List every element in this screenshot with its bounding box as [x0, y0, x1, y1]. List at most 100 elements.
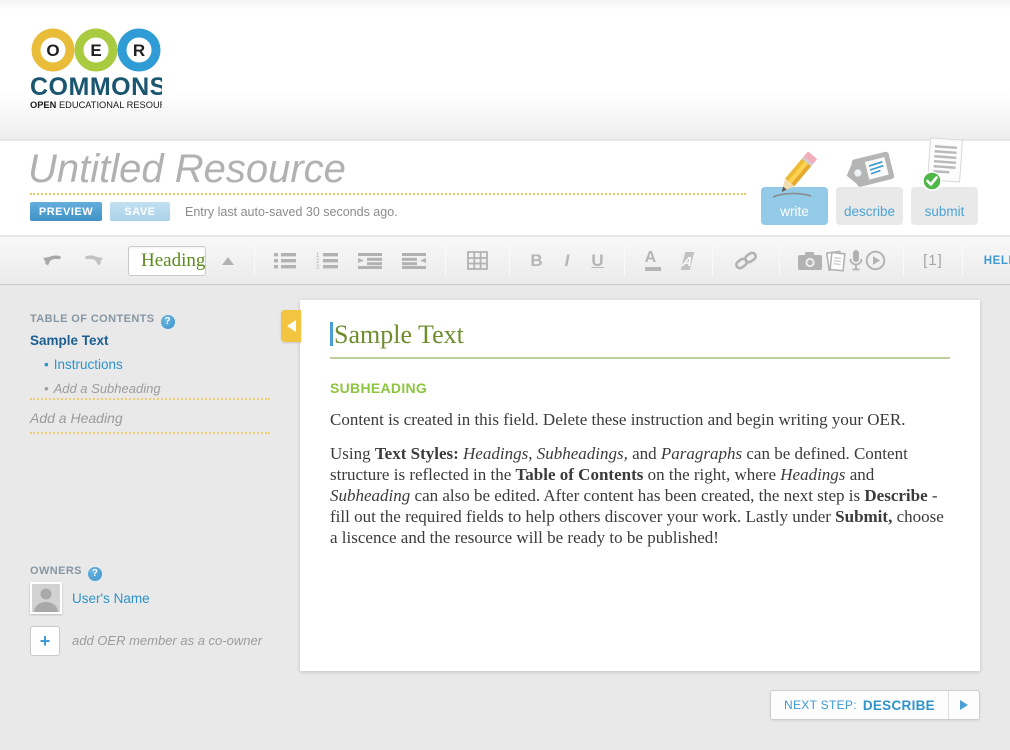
- pencil-icon: [767, 143, 825, 209]
- title-band: PREVIEW SAVE Entry last auto-saved 30 se…: [0, 141, 1010, 235]
- redo-icon: [80, 251, 104, 271]
- arrow-right-icon: [960, 700, 968, 710]
- p2-text: and: [845, 465, 874, 484]
- avatar: [30, 582, 62, 614]
- italic-button[interactable]: I: [554, 251, 581, 271]
- highlight-icon: A: [681, 253, 694, 268]
- highlight-button[interactable]: A: [680, 252, 694, 270]
- bullet-list-icon: [274, 252, 296, 269]
- collapse-sidebar-button[interactable]: [281, 310, 301, 342]
- p2-text: on the right, where: [643, 465, 780, 484]
- add-coowner-button[interactable]: +: [30, 626, 60, 656]
- owners-help-icon[interactable]: ?: [88, 567, 102, 581]
- font-color-icon: A: [645, 251, 661, 265]
- insert-media-button[interactable]: [789, 249, 894, 273]
- text-style-dropdown[interactable]: Heading: [128, 246, 206, 276]
- text-caret: [330, 322, 333, 346]
- header-band: O E R COMMONS OPEN EDUCATIONAL RESOURCES: [0, 0, 1010, 140]
- document-paragraph[interactable]: Content is created in this field. Delete…: [330, 409, 950, 430]
- toolbar-separator: [712, 246, 713, 276]
- svg-text:OPEN EDUCATIONAL RESOURCES: OPEN EDUCATIONAL RESOURCES: [30, 100, 162, 110]
- add-coowner-label: add OER member as a co-owner: [72, 633, 262, 648]
- toc-item-sample-text[interactable]: Sample Text: [30, 333, 109, 348]
- toc-title: TABLE OF CONTENTS: [30, 313, 155, 325]
- tab-submit-label: submit: [911, 204, 978, 219]
- toc-help-icon[interactable]: ?: [161, 315, 175, 329]
- help-button[interactable]: HELP: [972, 255, 1010, 267]
- tab-write[interactable]: write: [761, 187, 828, 225]
- undo-icon: [42, 251, 66, 271]
- next-step-action: DESCRIBE: [863, 698, 935, 713]
- link-button[interactable]: [722, 250, 770, 272]
- editor-toolbar: Heading 1 2 3: [0, 236, 1010, 285]
- tag-icon: [840, 147, 900, 193]
- toc-add-heading[interactable]: Add a Heading: [30, 410, 123, 426]
- resource-title-input[interactable]: [28, 147, 728, 192]
- person-icon: [32, 584, 60, 612]
- owner-name-link[interactable]: User's Name: [72, 591, 150, 606]
- logo-letter-e: E: [90, 41, 101, 60]
- text-style-dropdown-arrow-icon[interactable]: [222, 257, 234, 265]
- document-subheading[interactable]: SUBHEADING: [330, 380, 950, 396]
- p2-bold: Describe: [864, 486, 927, 505]
- toolbar-separator: [254, 246, 255, 276]
- undo-button[interactable]: [42, 251, 66, 271]
- p2-text: can also be edited. After content has be…: [410, 486, 864, 505]
- tab-describe[interactable]: describe: [836, 187, 903, 225]
- bullet-list-button[interactable]: [264, 252, 306, 269]
- tab-write-label: write: [761, 204, 828, 219]
- chevron-left-icon: [287, 320, 296, 332]
- p2-bold: Table of Contents: [516, 465, 644, 484]
- autosave-status: Entry last auto-saved 30 seconds ago.: [185, 205, 398, 219]
- logo-letter-o: O: [46, 41, 59, 60]
- logo-wordmark: COMMONS: [30, 73, 162, 101]
- p2-italic: Headings, Subheadings,: [459, 444, 628, 463]
- toc-item-instructions[interactable]: Instructions: [44, 357, 123, 372]
- workspace: TABLE OF CONTENTS? Sample Text Instructi…: [0, 286, 1010, 750]
- document-heading[interactable]: Sample Text: [330, 320, 950, 350]
- underline-button[interactable]: U: [580, 251, 614, 271]
- tab-submit[interactable]: submit: [911, 187, 978, 225]
- toolbar-separator: [779, 246, 780, 276]
- indent-button[interactable]: [348, 252, 392, 269]
- p2-italic: Headings: [780, 465, 845, 484]
- next-step-prefix: NEXT STEP:: [784, 698, 857, 712]
- footnote-button[interactable]: [1]: [913, 252, 953, 269]
- next-step-arrow-button[interactable]: [949, 691, 979, 719]
- tab-describe-label: describe: [836, 204, 903, 219]
- toolbar-separator: [509, 246, 510, 276]
- toc-dotted-rule: [30, 398, 270, 400]
- oer-commons-logo-graphic: O E R COMMONS OPEN EDUCATIONAL RESOURCES: [30, 26, 162, 112]
- oer-commons-logo[interactable]: O E R COMMONS OPEN EDUCATIONAL RESOURCES: [30, 26, 162, 117]
- play-icon: [865, 250, 886, 271]
- toc-item-add-subheading[interactable]: Add a Subheading: [44, 381, 161, 396]
- redo-button[interactable]: [80, 251, 104, 271]
- document-paragraph[interactable]: Using Text Styles: Headings, Subheadings…: [330, 443, 950, 548]
- toc-header: TABLE OF CONTENTS?: [30, 309, 175, 329]
- next-step-button[interactable]: NEXT STEP: DESCRIBE: [770, 690, 980, 720]
- insert-table-button[interactable]: [455, 251, 500, 270]
- p2-text: Using: [330, 444, 375, 463]
- oer-authoring-page: O E R COMMONS OPEN EDUCATIONAL RESOURCES…: [0, 0, 1010, 750]
- p2-italic: Subheading: [330, 486, 410, 505]
- outdent-icon: [402, 252, 426, 269]
- editor-content-area[interactable]: Sample Text SUBHEADING Content is create…: [300, 300, 980, 671]
- toolbar-separator: [962, 246, 963, 276]
- p2-bold: Text Styles:: [375, 444, 459, 463]
- logo-tagline-bold: OPEN: [30, 100, 57, 110]
- document-check-icon: [920, 137, 970, 197]
- bold-button[interactable]: B: [519, 251, 553, 271]
- owners-title: OWNERS: [30, 565, 82, 577]
- svg-text:3: 3: [316, 265, 320, 269]
- numbered-list-button[interactable]: 1 2 3: [306, 252, 348, 269]
- save-button[interactable]: SAVE: [110, 202, 170, 221]
- font-color-button[interactable]: A: [634, 251, 672, 271]
- p2-italic: Paragraphs: [661, 444, 742, 463]
- outdent-button[interactable]: [392, 252, 436, 269]
- numbered-list-icon: 1 2 3: [316, 252, 338, 269]
- p2-text: and: [628, 444, 661, 463]
- pages-icon: [825, 249, 847, 273]
- logo-tagline-rest: EDUCATIONAL RESOURCES: [56, 100, 162, 110]
- preview-button[interactable]: PREVIEW: [30, 202, 102, 221]
- indent-icon: [358, 252, 382, 269]
